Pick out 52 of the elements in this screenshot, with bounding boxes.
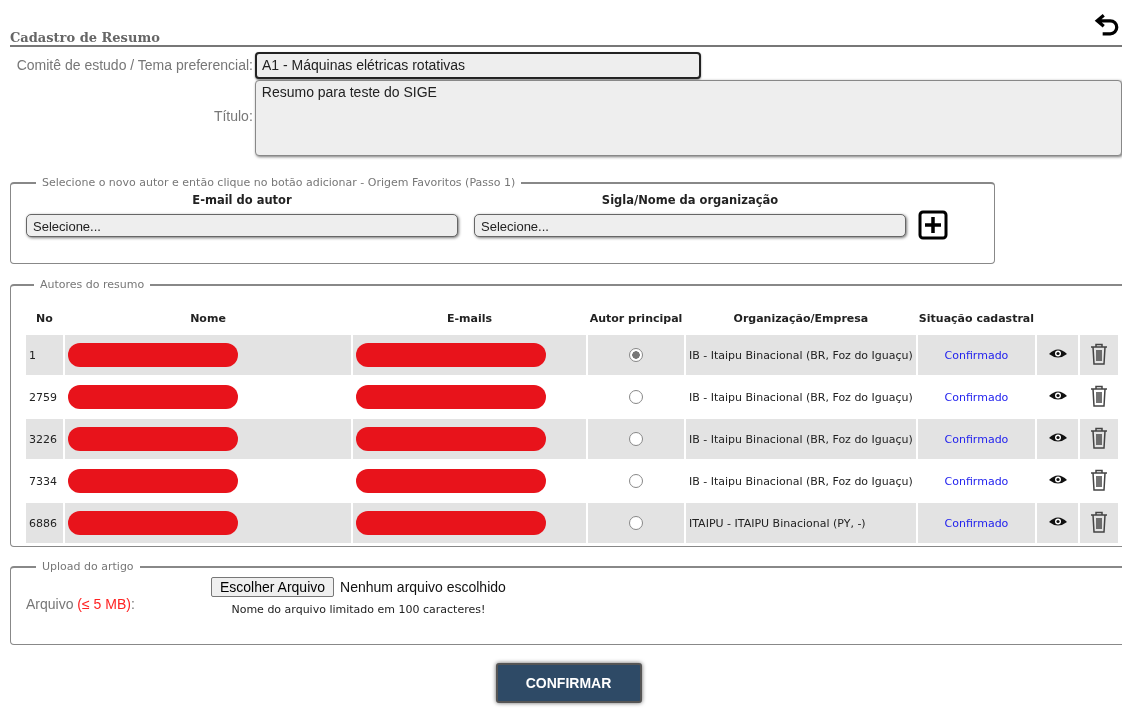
committee-select[interactable]: A1 - Máquinas elétricas rotativas — [255, 52, 701, 79]
column-header: E-mails — [445, 310, 494, 327]
trash-icon[interactable] — [1090, 342, 1109, 365]
file-status: Nenhum arquivo escolhido — [340, 579, 506, 595]
status-link[interactable]: Confirmado — [944, 516, 1009, 530]
confirm-button[interactable]: CONFIRMAR — [495, 663, 642, 703]
file-hint: Nome do arquivo limitado em 100 caracteres! — [231, 603, 486, 616]
table-cell: 1 — [26, 335, 63, 375]
label-colon: : — [130, 595, 135, 612]
main-author-radio[interactable] — [629, 516, 643, 530]
table-cell: 3226 — [26, 419, 63, 459]
choose-file-button[interactable]: Escolher Arquivo — [211, 577, 335, 597]
table-cell-text: 2759 — [28, 389, 58, 406]
email-select[interactable]: Selecione... — [26, 214, 458, 237]
table-cell-text: IB - Itaipu Binacional (BR, Foz do Iguaçu) — [688, 389, 914, 406]
add-icon[interactable] — [918, 210, 948, 240]
table-cell-text: IB - Itaipu Binacional (BR, Foz do Iguaçu) — [688, 473, 914, 490]
table-cell: IB - Itaipu Binacional (BR, Foz do Iguaçu) — [686, 335, 916, 375]
panel-legend: Autores do resumo — [34, 278, 151, 291]
status-link[interactable]: Confirmado — [944, 390, 1009, 404]
organization-label: Sigla/Nome da organização — [601, 193, 779, 207]
main-author-radio[interactable] — [629, 432, 643, 446]
main-author-radio[interactable] — [629, 348, 643, 362]
panel-legend: Upload do artigo — [36, 560, 140, 573]
organization-select[interactable]: Selecione... — [474, 214, 906, 237]
status-link[interactable]: Confirmado — [944, 348, 1009, 362]
email-label: E-mail do autor — [192, 193, 292, 207]
trash-icon[interactable] — [1090, 468, 1109, 491]
table-cell: IB - Itaipu Binacional (BR, Foz do Iguaçu) — [686, 419, 916, 459]
column-header: Situação cadastral — [917, 310, 1036, 327]
file-label: Arquivo — [26, 595, 74, 612]
column-header: No — [35, 310, 54, 327]
committee-label: Comitê de estudo / Tema preferencial: — [15, 56, 253, 73]
table-cell: ITAIPU - ITAIPU Binacional (PY, -) — [686, 503, 916, 543]
trash-icon[interactable] — [1090, 426, 1109, 449]
status-link[interactable]: Confirmado — [944, 432, 1009, 446]
column-header: Organização/Empresa — [732, 310, 870, 327]
main-author-radio[interactable] — [629, 390, 643, 404]
page-title: Cadastro de Resumo — [10, 30, 160, 45]
table-cell-text: 7334 — [28, 473, 58, 490]
status-link[interactable]: Confirmado — [944, 474, 1009, 488]
column-header: Nome — [189, 310, 227, 327]
trash-icon[interactable] — [1090, 384, 1109, 407]
table-cell: 6886 — [26, 503, 63, 543]
panel-legend: Selecione o novo autor e então clique no botão adicionar - Origem Favoritos (Passo 1) — [36, 176, 522, 189]
title-label: Título: — [212, 107, 253, 124]
size-limit-text: (≤ 5 MB) — [77, 595, 131, 612]
back-arrow-icon[interactable] — [1094, 11, 1120, 37]
title-field[interactable]: Resumo para teste do SIGE — [254, 80, 1122, 156]
trash-icon[interactable] — [1090, 510, 1109, 533]
main-author-radio[interactable] — [629, 474, 643, 488]
column-header: Autor principal — [588, 310, 684, 327]
